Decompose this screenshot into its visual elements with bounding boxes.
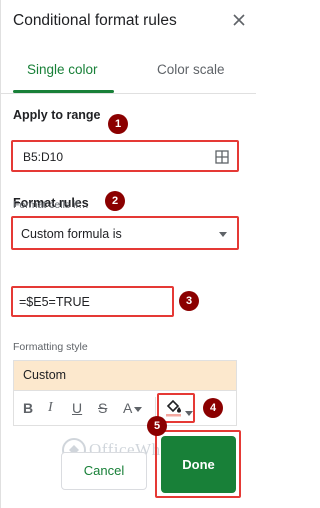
grid-icon[interactable] <box>215 150 229 164</box>
done-button[interactable]: Done <box>161 436 236 493</box>
italic-button[interactable]: I <box>48 400 53 416</box>
strikethrough-button[interactable]: S <box>98 400 107 416</box>
step-badge-1: 1 <box>108 114 128 134</box>
step-badge-5: 5 <box>147 416 167 436</box>
formatting-style-label: Formatting style <box>13 341 88 353</box>
range-value: B5:D10 <box>23 150 64 164</box>
format-cells-if-label: Format cells if… <box>13 199 89 211</box>
underline-button[interactable]: U <box>72 400 82 416</box>
tab-single-color[interactable]: Single color <box>27 62 98 77</box>
condition-select[interactable]: Custom formula is <box>11 216 239 250</box>
panel-header: Conditional format rules <box>1 0 256 44</box>
tab-color-scale[interactable]: Color scale <box>157 62 225 77</box>
tab-bar: Single color Color scale <box>1 50 256 94</box>
caret-down-icon <box>134 407 143 412</box>
formula-input[interactable]: =$E5=TRUE <box>11 286 174 317</box>
text-color-button[interactable]: A <box>123 400 143 416</box>
apply-range-heading: Apply to range <box>13 108 101 122</box>
style-preview-label: Custom <box>23 368 67 382</box>
text-color-label: A <box>123 400 133 416</box>
dropdown-arrow-icon <box>219 232 227 237</box>
cancel-button[interactable]: Cancel <box>61 452 147 490</box>
panel-title: Conditional format rules <box>13 12 177 29</box>
condition-select-value: Custom formula is <box>21 227 122 241</box>
tabs-divider <box>1 93 256 94</box>
bold-button[interactable]: B <box>23 400 33 416</box>
step-badge-3: 3 <box>179 291 199 311</box>
range-input[interactable]: B5:D10 <box>11 140 239 172</box>
conditional-format-panel: Conditional format rules Single color Co… <box>0 0 256 508</box>
style-preview[interactable]: Custom <box>13 360 237 390</box>
step-badge-4: 4 <box>203 398 223 418</box>
formula-value: =$E5=TRUE <box>19 295 90 309</box>
step-badge-2: 2 <box>105 191 125 211</box>
close-icon[interactable] <box>232 13 246 27</box>
